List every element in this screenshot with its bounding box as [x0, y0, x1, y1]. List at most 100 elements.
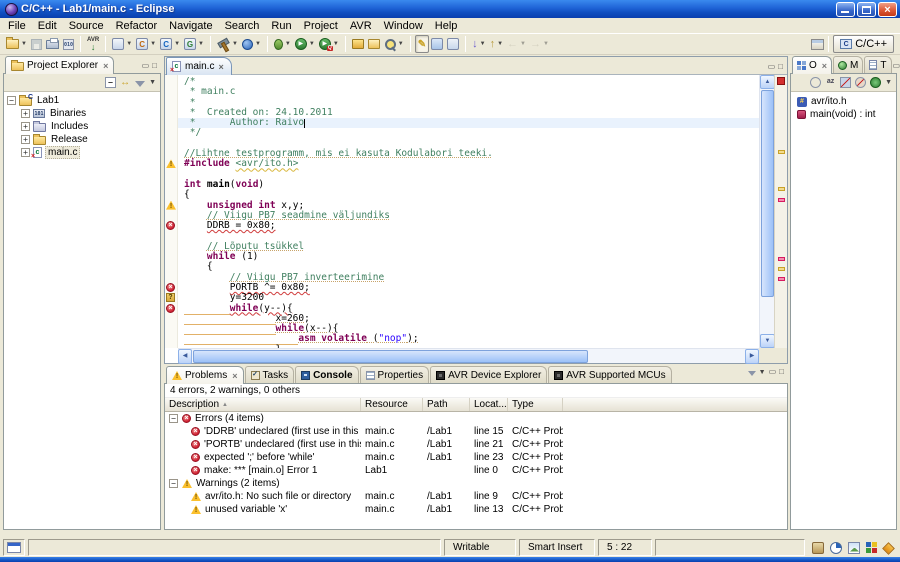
tab-project-explorer[interactable]: Project Explorer ×	[5, 56, 114, 74]
error-marker-icon[interactable]	[166, 304, 175, 313]
tab-problems[interactable]: Problems×	[166, 366, 244, 384]
maximize-editor-icon[interactable]: □	[778, 63, 783, 71]
debug-button[interactable]: ▼	[272, 35, 293, 53]
code-line[interactable]: */	[178, 128, 759, 138]
tree-expander-icon[interactable]: +	[21, 135, 30, 144]
tab-outline-m[interactable]: M	[833, 56, 863, 73]
column-header-resource[interactable]: Resource	[361, 398, 423, 411]
menu-item-edit[interactable]: Edit	[32, 19, 63, 33]
new-class-button[interactable]: C▼	[134, 35, 158, 53]
tree-expander-icon[interactable]: +	[21, 148, 30, 157]
error-marker-icon[interactable]	[166, 283, 175, 292]
menu-item-project[interactable]: Project	[298, 19, 344, 33]
code-line[interactable]: int main(void)	[178, 180, 759, 190]
group-expander-icon[interactable]: −	[169, 479, 178, 488]
run-button[interactable]: ▶▼	[293, 35, 317, 53]
horizontal-scrollbar[interactable]: ◀ ▶	[178, 348, 759, 363]
code-line[interactable]: while (1)	[178, 252, 759, 262]
tab-avr-supported-mcus[interactable]: AVR Supported MCUs	[548, 366, 671, 383]
hide-static-icon[interactable]	[855, 77, 866, 88]
outline-menu-icon[interactable]: ▼	[885, 79, 892, 86]
outline-item-avr-ito-h[interactable]: avr/ito.h	[791, 95, 896, 108]
tab-outline-t[interactable]: T	[864, 56, 891, 73]
binary-browser-button[interactable]: 010	[61, 35, 76, 53]
new-c-project-button[interactable]: C▼	[158, 35, 182, 53]
overview-ruler[interactable]	[774, 75, 787, 348]
maximize-button[interactable]	[857, 2, 876, 17]
vertical-scroll-thumb[interactable]	[761, 90, 774, 297]
column-header-type[interactable]: Type	[508, 398, 563, 411]
view-menu-icon[interactable]: ▼	[149, 79, 156, 86]
question-marker-icon[interactable]	[166, 293, 175, 302]
menu-item-help[interactable]: Help	[429, 19, 464, 33]
menu-item-window[interactable]: Window	[378, 19, 429, 33]
tree-item-lab1[interactable]: −Lab1	[4, 94, 160, 107]
warning-overview-mark[interactable]	[778, 150, 785, 154]
outline-item-main-void-int[interactable]: main(void) : int	[791, 108, 896, 121]
new-source-button[interactable]: ▼	[110, 35, 134, 53]
avr-upload-button[interactable]: AVR↓	[85, 35, 101, 53]
code-line[interactable]: #include <avr/ito.h>	[178, 159, 759, 169]
code-line[interactable]: /*	[178, 77, 759, 87]
close-view-icon[interactable]: ×	[103, 61, 108, 71]
perspective-cpp-button[interactable]: C/C++	[833, 35, 894, 53]
forward-button[interactable]: →▼	[528, 35, 551, 53]
code-line[interactable]: * main.c	[178, 87, 759, 97]
error-indicator-icon[interactable]	[777, 77, 785, 85]
new-make-target-button[interactable]: G▼	[182, 35, 206, 53]
editor-tab-main-c[interactable]: × main.c ×	[166, 57, 232, 75]
tree-item-release[interactable]: +Release	[4, 133, 160, 146]
vertical-scrollbar[interactable]: ▲ ▼	[759, 75, 774, 348]
minimize-editor-icon[interactable]: ▭	[768, 63, 776, 71]
save-button[interactable]	[29, 35, 44, 53]
show-source-toggle[interactable]	[429, 35, 445, 53]
filter-icon[interactable]	[135, 81, 145, 87]
minimize-view-icon[interactable]: ▭	[142, 62, 150, 70]
close-editor-icon[interactable]: ×	[218, 62, 223, 72]
scroll-left-icon[interactable]: ◀	[178, 349, 192, 364]
column-header-path[interactable]: Path	[423, 398, 470, 411]
open-perspective-icon[interactable]	[811, 39, 824, 50]
tree-expander-icon[interactable]: +	[21, 109, 30, 118]
tree-expander-icon[interactable]: +	[21, 122, 30, 131]
new-button[interactable]: ▼	[4, 35, 29, 53]
toolbox-icon[interactable]	[812, 542, 824, 554]
column-header-locat[interactable]: Locat...	[470, 398, 508, 411]
close-button[interactable]: ×	[878, 2, 897, 17]
last-edit-location-button[interactable]: ↓▼	[470, 35, 487, 53]
code-line[interactable]: * Author: Raivo	[178, 118, 759, 128]
collapse-all-icon[interactable]: −	[105, 77, 116, 88]
warning-marker-icon[interactable]	[166, 159, 176, 168]
tree-item-binaries[interactable]: +101Binaries	[4, 107, 160, 120]
error-marker-icon[interactable]	[166, 221, 175, 230]
image-icon[interactable]	[848, 542, 860, 554]
pie-chart-icon[interactable]	[830, 542, 842, 554]
hide-nonpublic-icon[interactable]	[870, 77, 881, 88]
mark-occurrences-toggle[interactable]: ✎	[415, 35, 429, 53]
maximize-problems-icon[interactable]: □	[779, 368, 784, 376]
tab-console[interactable]: Console	[295, 366, 358, 383]
code-line[interactable]: // Lõputu tsükkel	[178, 242, 759, 252]
link-with-editor-icon[interactable]: ↔	[120, 77, 131, 88]
goto-annotation-button[interactable]: ↑▼	[488, 35, 505, 53]
tab-tasks[interactable]: Tasks	[245, 366, 295, 383]
code-line[interactable]	[178, 170, 759, 180]
problems-row[interactable]: unused variable 'x'main.c/Lab1line 13C/C…	[165, 503, 787, 516]
tree-expander-icon[interactable]: −	[7, 96, 16, 105]
code-line[interactable]: PORTB ^= 0x80;	[178, 283, 759, 293]
open-element-button[interactable]	[366, 35, 382, 53]
problems-row[interactable]: 'PORTB' undeclared (first use in this fu…	[165, 438, 787, 451]
code-line[interactable]: DDRB = 0x80;	[178, 221, 759, 231]
tree-item-main-c[interactable]: +×main.c	[4, 146, 160, 159]
print-button[interactable]	[44, 35, 61, 53]
scroll-down-icon[interactable]: ▼	[760, 334, 775, 348]
menu-item-file[interactable]: File	[2, 19, 32, 33]
scroll-up-icon[interactable]: ▲	[760, 75, 775, 89]
problems-row[interactable]: avr/ito.h: No such file or directorymain…	[165, 490, 787, 503]
menu-item-avr[interactable]: AVR	[344, 19, 378, 33]
build-button[interactable]: ▼	[215, 35, 240, 53]
error-overview-mark[interactable]	[778, 198, 785, 202]
eclipse-app-icon[interactable]	[5, 3, 18, 16]
minimize-problems-icon[interactable]: ▭	[769, 368, 777, 376]
warning-marker-icon[interactable]	[166, 201, 176, 210]
